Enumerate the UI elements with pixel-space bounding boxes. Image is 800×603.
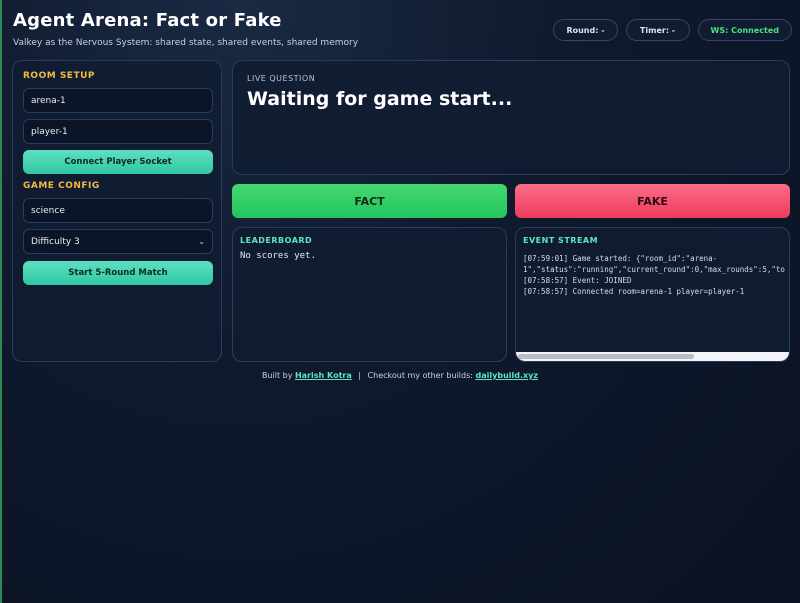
- setup-panel: ROOM SETUP arena-1 player-1 Connect Play…: [12, 60, 222, 362]
- chevron-down-icon: ⌄: [198, 237, 205, 246]
- log-line: [07:59:01] Game started: {"room_id":"are…: [523, 254, 718, 263]
- author-link[interactable]: Harish Kotra: [295, 371, 352, 380]
- game-config-title: GAME CONFIG: [23, 181, 100, 191]
- page-title: Agent Arena: Fact or Fake: [13, 10, 282, 31]
- footer-separator: |: [358, 371, 361, 380]
- page-subtitle: Valkey as the Nervous System: shared sta…: [13, 38, 359, 48]
- event-stream-panel: EVENT STREAM [07:59:01] Game started: {"…: [515, 227, 790, 362]
- leaderboard-title: LEADERBOARD: [240, 236, 313, 245]
- connect-player-button[interactable]: Connect Player Socket: [23, 150, 213, 174]
- event-log: [07:59:01] Game started: {"room_id":"are…: [523, 253, 785, 297]
- left-edge-accent: [0, 0, 2, 603]
- topic-value: science: [31, 205, 65, 216]
- difficulty-select[interactable]: Difficulty 3 ⌄: [23, 229, 213, 254]
- room-setup-title: ROOM SETUP: [23, 71, 95, 81]
- live-question-panel: LIVE QUESTION Waiting for game start...: [232, 60, 790, 175]
- log-line: 1","status":"running","current_round":0,…: [523, 265, 785, 274]
- event-stream-title: EVENT STREAM: [523, 236, 599, 245]
- live-question-text: Waiting for game start...: [247, 88, 513, 110]
- fact-button[interactable]: FACT: [232, 184, 507, 218]
- leaderboard-panel: LEADERBOARD No scores yet.: [232, 227, 507, 362]
- round-badge: Round: -: [553, 19, 618, 41]
- leaderboard-empty-text: No scores yet.: [240, 251, 316, 261]
- player-id-input[interactable]: player-1: [23, 119, 213, 144]
- ws-status-badge: WS: Connected: [697, 19, 792, 41]
- player-id-value: player-1: [31, 126, 68, 137]
- start-match-button[interactable]: Start 5-Round Match: [23, 261, 213, 285]
- live-question-label: LIVE QUESTION: [247, 74, 316, 83]
- scrollbar-thumb[interactable]: [518, 354, 694, 359]
- footer-built-by: Built by: [261, 371, 293, 380]
- room-id-input[interactable]: arena-1: [23, 88, 213, 113]
- log-line: [07:58:57] Event: JOINED: [523, 276, 632, 285]
- timer-badge: Timer: -: [625, 19, 690, 41]
- room-id-value: arena-1: [31, 95, 66, 106]
- dailybuild-link[interactable]: dailybuild.xyz: [476, 371, 539, 380]
- difficulty-value: Difficulty 3: [31, 236, 80, 247]
- fake-button[interactable]: FAKE: [515, 184, 790, 218]
- horizontal-scrollbar[interactable]: [516, 352, 789, 361]
- footer: Built by Harish Kotra | Checkout my othe…: [0, 371, 800, 380]
- topic-input[interactable]: science: [23, 198, 213, 223]
- status-pills: Round: - Timer: - WS: Connected: [553, 19, 792, 41]
- footer-other-builds: Checkout my other builds:: [367, 371, 473, 380]
- log-line: [07:58:57] Connected room=arena-1 player…: [523, 287, 745, 296]
